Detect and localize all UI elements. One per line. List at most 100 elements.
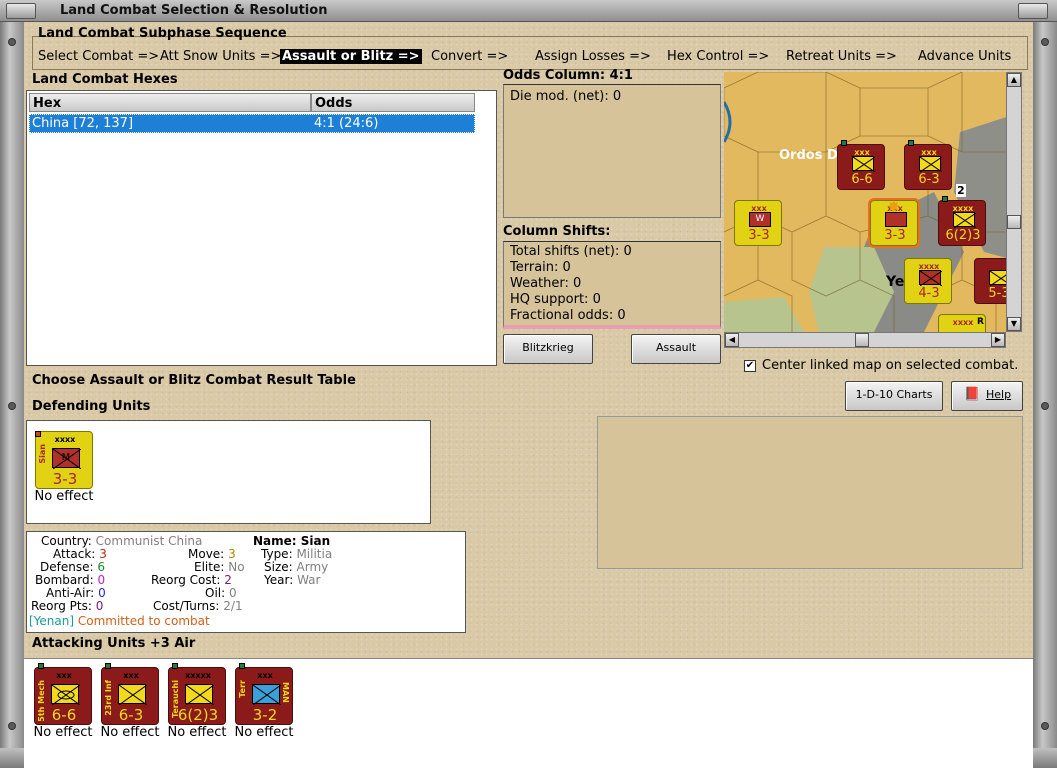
odds-panel: Die mod. (net): 0 <box>503 84 721 218</box>
die-mod-text: Die mod. (net): 0 <box>510 89 622 104</box>
marine-symbol-icon <box>252 684 281 705</box>
system-menu-button[interactable] <box>6 3 36 19</box>
scroll-thumb[interactable] <box>855 333 869 347</box>
value-year: War <box>297 573 321 587</box>
assault-button[interactable]: Assault <box>631 334 721 364</box>
unit-size: xxx <box>56 671 72 680</box>
unit-strength: 3-3 <box>748 228 770 243</box>
label-elite: Elite: <box>194 560 225 574</box>
shift-fractional-odds: Fractional odds: 0 <box>510 308 626 323</box>
unit-name: Terr <box>238 680 247 698</box>
infantry-symbol-icon <box>919 156 942 172</box>
charts-button[interactable]: 1-D-10 Charts <box>845 381 943 411</box>
status-marker <box>172 663 178 669</box>
scroll-down-arrow-icon[interactable]: ▼ <box>1007 317 1021 331</box>
unit-type-letter: R <box>977 317 984 327</box>
map-counter-5th-mech[interactable]: xxx 6-6 <box>837 140 885 190</box>
label-type: Type: <box>261 547 293 561</box>
center-map-checkbox[interactable]: ✔ <box>744 360 756 372</box>
hexes-heading: Land Combat Hexes <box>32 72 178 87</box>
stack-count-badge: 2 <box>956 184 966 197</box>
attacking-unit-5th-mech[interactable]: xxx 5th Mech 6-6 <box>34 663 92 725</box>
unit-size: xxx <box>123 671 139 680</box>
shift-hq-support: HQ support: 0 <box>510 292 601 307</box>
map-counter-partial[interactable]: xxxx R <box>938 314 986 332</box>
step-advance-units: Advance Units <box>918 49 1012 64</box>
unit-strength: 6-6 <box>51 706 77 724</box>
result-table-label: Choose Assault or Blitz Combat Result Ta… <box>32 373 356 388</box>
unit-strength: 6-6 <box>851 172 873 187</box>
attacking-unit-terauchi[interactable]: xxxxx Terauchi 6(2)3 <box>168 663 226 725</box>
scroll-left-arrow-icon[interactable]: ◀ <box>725 333 739 347</box>
map-counter-sian[interactable]: xxx 3-3 ✸ <box>868 197 920 248</box>
label-attack: Attack: <box>53 547 96 561</box>
label-year: Year: <box>264 573 294 587</box>
help-book-icon: 📕 <box>964 387 981 402</box>
linked-map[interactable]: Ordos De Ye xxx 6-6 xxx 6-3 xxx 3-3 ✸ 2 … <box>724 72 1022 332</box>
map-horizontal-scrollbar[interactable]: ◀ ▶ <box>724 332 1006 348</box>
close-window-button[interactable] <box>1018 3 1048 19</box>
attacking-unit-23rd-inf[interactable]: xxx 23rd Inf 6-3 <box>101 663 159 725</box>
value-cost-turns: 2/1 <box>223 599 243 613</box>
unit-effect: No effect <box>234 725 294 740</box>
status-marker <box>841 140 847 146</box>
attacking-unit-terr[interactable]: xxx Terr MAN 3-2 <box>235 663 293 725</box>
unit-strength: 6(2)3 <box>177 706 219 724</box>
value-name: Sian <box>300 534 331 548</box>
unit-type-letter: W <box>749 212 771 227</box>
step-select-combat: Select Combat => <box>38 49 160 64</box>
value-defense: 6 <box>97 560 105 574</box>
label-cost-turns: Cost/Turns: <box>153 599 220 613</box>
status-marker <box>38 663 44 669</box>
map-counter-terauchi[interactable]: xxxx 6(2)3 <box>938 196 986 246</box>
shifts-heading: Column Shifts: <box>503 224 611 239</box>
unit-effect: No effect <box>167 725 227 740</box>
step-assign-losses: Assign Losses => <box>535 49 651 64</box>
rivet-icon <box>8 402 16 410</box>
column-header-odds[interactable]: Odds <box>311 93 475 112</box>
step-assault-or-blitz: Assault or Blitz => <box>280 49 422 64</box>
scroll-right-arrow-icon[interactable]: ▶ <box>991 333 1005 347</box>
value-elite: No <box>228 560 245 574</box>
map-counter-ningsia[interactable]: xxx W 3-3 <box>734 200 782 246</box>
scroll-thumb[interactable] <box>1007 215 1021 229</box>
value-reorg-cost: 2 <box>224 573 232 587</box>
scroll-up-arrow-icon[interactable]: ▲ <box>1007 73 1021 87</box>
value-location: [Yenan] <box>29 614 75 628</box>
infantry-symbol-icon <box>185 684 214 705</box>
status-marker <box>239 663 245 669</box>
militia-symbol-icon: M <box>52 448 81 469</box>
shift-weather: Weather: 0 <box>510 276 582 291</box>
attacking-heading: Attacking Units +3 Air <box>32 636 196 651</box>
blitzkrieg-button[interactable]: Blitzkrieg <box>503 334 593 364</box>
table-row[interactable]: China [72, 137] 4:1 (24:6) <box>29 114 475 133</box>
value-attack: 3 <box>99 547 107 561</box>
value-country: Communist China <box>95 534 203 548</box>
value-oil: 0 <box>228 586 237 600</box>
shift-terrain: Terrain: 0 <box>510 260 571 275</box>
shift-total: Total shifts (net): 0 <box>510 244 632 259</box>
unit-effect: No effect <box>33 725 93 740</box>
step-hex-control: Hex Control => <box>667 49 770 64</box>
map-counter-2nd-inf[interactable]: xxxx 4-3 <box>904 258 952 304</box>
map-vertical-scrollbar[interactable]: ▲ ▼ <box>1006 72 1022 332</box>
unit-strength: 3-2 <box>252 706 278 724</box>
rivet-icon <box>1041 402 1049 410</box>
unit-strength: 6-3 <box>118 706 144 724</box>
infantry-symbol-icon <box>919 270 942 286</box>
unit-size: xxx <box>257 671 273 680</box>
label-reorg-cost: Reorg Cost: <box>151 573 221 587</box>
label-size: Size: <box>264 560 293 574</box>
odds-heading: Odds Column: 4:1 <box>503 68 633 83</box>
column-header-hex[interactable]: Hex <box>29 93 311 112</box>
value-move: 3 <box>228 547 236 561</box>
map-counter-23rd-inf[interactable]: xxx 6-3 <box>904 140 952 190</box>
cell-odds: 4:1 (24:6) <box>314 116 379 131</box>
help-button[interactable]: 📕 Help <box>951 381 1023 411</box>
value-size: Army <box>296 560 329 574</box>
defending-unit-sian[interactable]: xxxx Sian M 3-3 <box>35 431 93 489</box>
combat-explosion-icon: ✸ <box>887 197 901 216</box>
label-oil: Oil: <box>205 586 226 600</box>
unit-strength: 6-3 <box>918 172 940 187</box>
rivet-icon <box>1041 38 1049 46</box>
